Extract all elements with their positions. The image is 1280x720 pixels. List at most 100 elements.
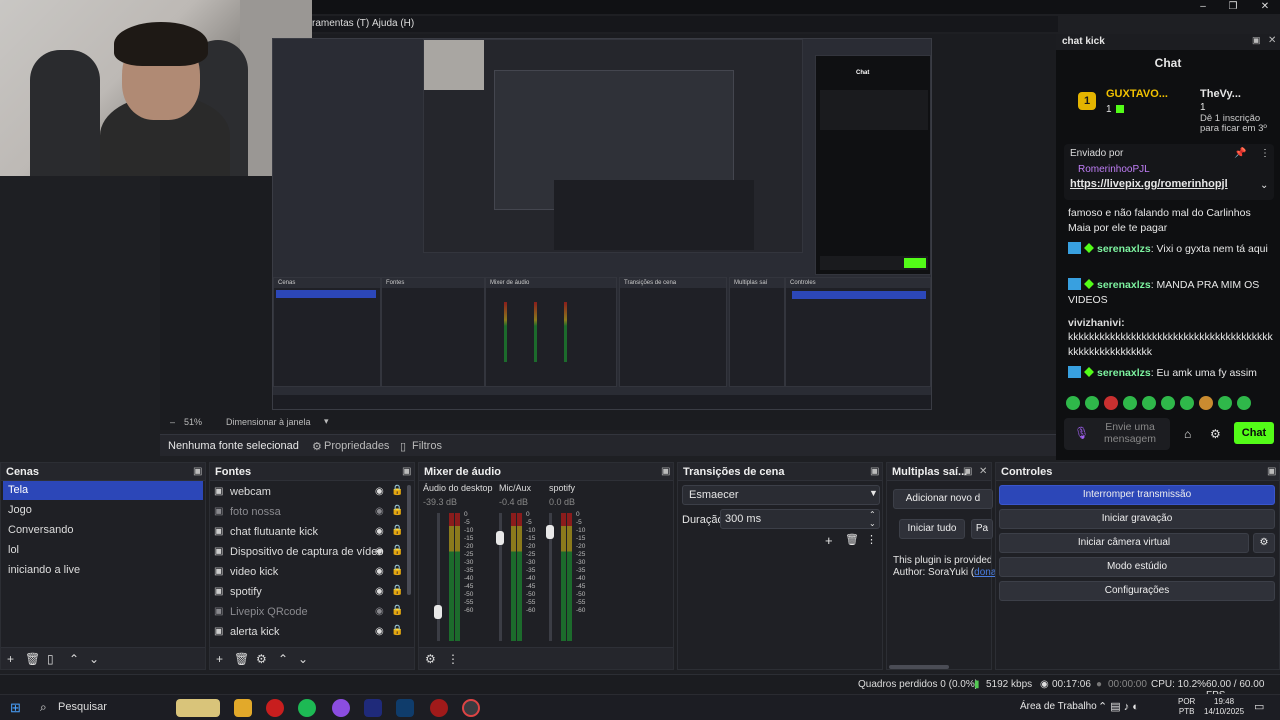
source-item[interactable]: ▣ spotify ◉ 🔒 (214, 583, 404, 603)
volume-slider[interactable] (437, 513, 440, 641)
pin-icon[interactable]: 📌 (1234, 148, 1246, 159)
lock-icon[interactable]: 🔒 (391, 505, 403, 516)
float-icon[interactable]: ▣ (193, 466, 202, 477)
eye-icon[interactable]: ◉ (375, 526, 384, 537)
emote-bar[interactable] (1066, 396, 1272, 412)
lock-icon[interactable]: 🔒 (391, 545, 403, 556)
eye-icon[interactable]: ◉ (375, 566, 384, 577)
filter-icon[interactable]: ▯ (47, 652, 54, 666)
float-icon[interactable]: ▣ (402, 466, 411, 477)
trash-icon[interactable]: 🗑 (845, 533, 859, 546)
lock-icon[interactable]: 🔒 (391, 485, 403, 496)
float-icon[interactable]: ▣ (963, 466, 972, 477)
start-recording-button[interactable]: Iniciar gravação (999, 509, 1275, 529)
photoshop-icon[interactable] (396, 699, 414, 717)
down-icon[interactable]: ⌄ (298, 652, 308, 666)
close-icon[interactable]: ✕ (1268, 35, 1276, 46)
source-item[interactable]: ▣ Livepix QRcode ◉ 🔒 (214, 603, 404, 623)
notification-icon[interactable]: ▭ (1254, 700, 1264, 713)
taskbar-search[interactable]: Pesquisar (58, 701, 107, 713)
down-icon[interactable]: ⌄ (89, 652, 99, 666)
tray-time[interactable]: 19:48 14/10/2025 (1204, 697, 1244, 717)
widgets-icon[interactable] (176, 699, 220, 717)
pause-all-button[interactable]: Pa (971, 519, 993, 539)
more-icon[interactable]: ⋮ (866, 533, 877, 546)
studio-mode-button[interactable]: Modo estúdio (999, 557, 1275, 577)
chat-input[interactable]: 🎙 Envie uma mensagem (1064, 418, 1170, 450)
source-item[interactable]: ▣ Dispositivo de captura de vídeo ◉ 🔒 (214, 543, 404, 563)
gear-icon[interactable]: ⚙ (256, 652, 267, 666)
scene-item-jogo[interactable]: Jogo (3, 501, 203, 520)
language-indicator[interactable]: POR PTB (1178, 697, 1195, 717)
desktop-label[interactable]: Área de Trabalho (1020, 701, 1097, 712)
volume-slider-knob[interactable] (546, 524, 554, 539)
obs-icon[interactable] (462, 699, 480, 717)
settings-icon[interactable]: ⚙ (1210, 427, 1221, 441)
minimize-button[interactable]: – (1188, 0, 1218, 14)
scene-item-iniciando[interactable]: iniciando a live (3, 561, 203, 580)
add-icon[interactable]: + (825, 533, 833, 548)
gear-icon[interactable]: ⚙ (1253, 533, 1275, 553)
send-chat-button[interactable]: Chat (1234, 422, 1274, 444)
start-all-button[interactable]: Iniciar tudo (899, 519, 965, 539)
app-icon[interactable] (430, 699, 448, 717)
chevron-down-icon[interactable]: ▾ (324, 416, 329, 427)
trash-icon[interactable]: 🗑 (25, 652, 40, 666)
float-icon[interactable]: ▣ (1267, 466, 1276, 477)
menu-help[interactable]: Ajuda (H) (372, 18, 414, 29)
close-button[interactable]: ✕ (1250, 0, 1280, 14)
trash-icon[interactable]: 🗑 (234, 652, 249, 666)
settings-button[interactable]: Configurações (999, 581, 1275, 601)
eye-off-icon[interactable]: ◉ (375, 506, 384, 517)
resize-mode[interactable]: Dimensionar à janela (226, 417, 311, 427)
more-icon[interactable]: ⋮ (1260, 148, 1270, 159)
lock-icon[interactable]: 🔒 (391, 525, 403, 536)
preview-canvas[interactable]: Chat Cenas Fontes Mixer de áudio Transiç… (272, 38, 932, 410)
float-icon[interactable]: ▣ (1252, 35, 1261, 46)
scrollbar[interactable] (889, 665, 949, 669)
add-icon[interactable]: + (216, 652, 223, 666)
float-icon[interactable]: ▣ (661, 466, 670, 477)
stop-stream-button[interactable]: Interromper transmissão (999, 485, 1275, 505)
zoom-out-icon[interactable]: – (170, 417, 175, 427)
up-icon[interactable]: ⌃ (278, 652, 288, 666)
float-icon[interactable]: ▣ (870, 466, 879, 477)
more-icon[interactable]: ⋮ (447, 652, 459, 666)
lock-icon[interactable]: 🔒 (391, 605, 403, 616)
chevron-down-icon[interactable]: ⌄ (1260, 180, 1268, 191)
source-item[interactable]: ▣ webcam ◉ 🔒 (214, 483, 404, 503)
store-icon[interactable]: ⌂ (1184, 427, 1191, 441)
premiere-icon[interactable] (364, 699, 382, 717)
close-icon[interactable]: ✕ (979, 466, 987, 477)
lock-icon[interactable]: 🔒 (391, 625, 403, 636)
scene-item-lol[interactable]: lol (3, 541, 203, 560)
up-icon[interactable]: ⌃ (69, 652, 79, 666)
zoom-level[interactable]: 51% (184, 417, 202, 427)
source-item[interactable]: ▣ chat flutuante kick ◉ 🔒 (214, 523, 404, 543)
eye-icon[interactable]: ◉ (375, 586, 384, 597)
add-output-button[interactable]: Adicionar novo d (893, 489, 993, 509)
properties-button[interactable]: Propriedades (324, 440, 389, 452)
volume-slider-knob[interactable] (434, 605, 442, 620)
source-item[interactable]: ▣ foto nossa ◉ 🔒 (214, 503, 404, 523)
transition-select[interactable]: Esmaecer ▼ (682, 485, 880, 505)
eye-icon[interactable]: ◉ (375, 486, 384, 497)
virtual-camera-button[interactable]: Iniciar câmera virtual (999, 533, 1249, 553)
file-explorer-icon[interactable] (234, 699, 252, 717)
add-icon[interactable]: + (7, 652, 14, 666)
opera-icon[interactable] (266, 699, 284, 717)
filters-button[interactable]: Filtros (412, 440, 442, 452)
scene-item-tela[interactable]: Tela (3, 481, 203, 500)
eye-icon[interactable]: ◉ (375, 546, 384, 557)
scene-item-conversando[interactable]: Conversando (3, 521, 203, 540)
spotify-icon[interactable] (298, 699, 316, 717)
filter-icon[interactable]: ▯ (400, 440, 406, 453)
eye-off-icon[interactable]: ◉ (375, 606, 384, 617)
eye-icon[interactable]: ◉ (375, 626, 384, 637)
mixer-settings-icon[interactable]: ⚙ (425, 652, 436, 666)
duration-input[interactable]: 300 ms ⌃ ⌄ (720, 509, 880, 529)
maximize-button[interactable]: ❐ (1218, 0, 1248, 14)
source-item[interactable]: ▣ video kick ◉ 🔒 (214, 563, 404, 583)
menu-tools[interactable]: ramentas (T) (312, 18, 369, 29)
windows-start-icon[interactable]: ⊞ (10, 700, 21, 716)
